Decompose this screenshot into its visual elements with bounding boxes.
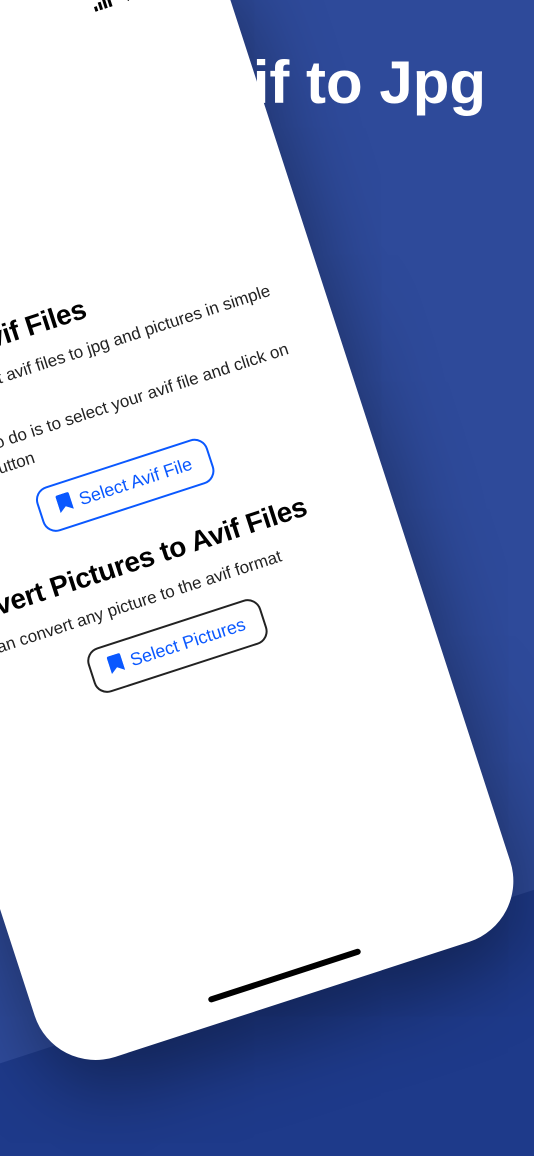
signal-icon [91, 0, 116, 16]
home-indicator [207, 948, 361, 1003]
bookmark-icon [106, 653, 126, 679]
button-label: Select Avif File [76, 453, 194, 509]
wifi-icon [116, 0, 139, 8]
status-icons [91, 0, 171, 16]
bookmark-icon [55, 491, 75, 517]
hero-title: Avif to Jpg [178, 48, 486, 117]
button-label: Select Pictures [128, 614, 249, 671]
battery-icon [139, 0, 172, 1]
